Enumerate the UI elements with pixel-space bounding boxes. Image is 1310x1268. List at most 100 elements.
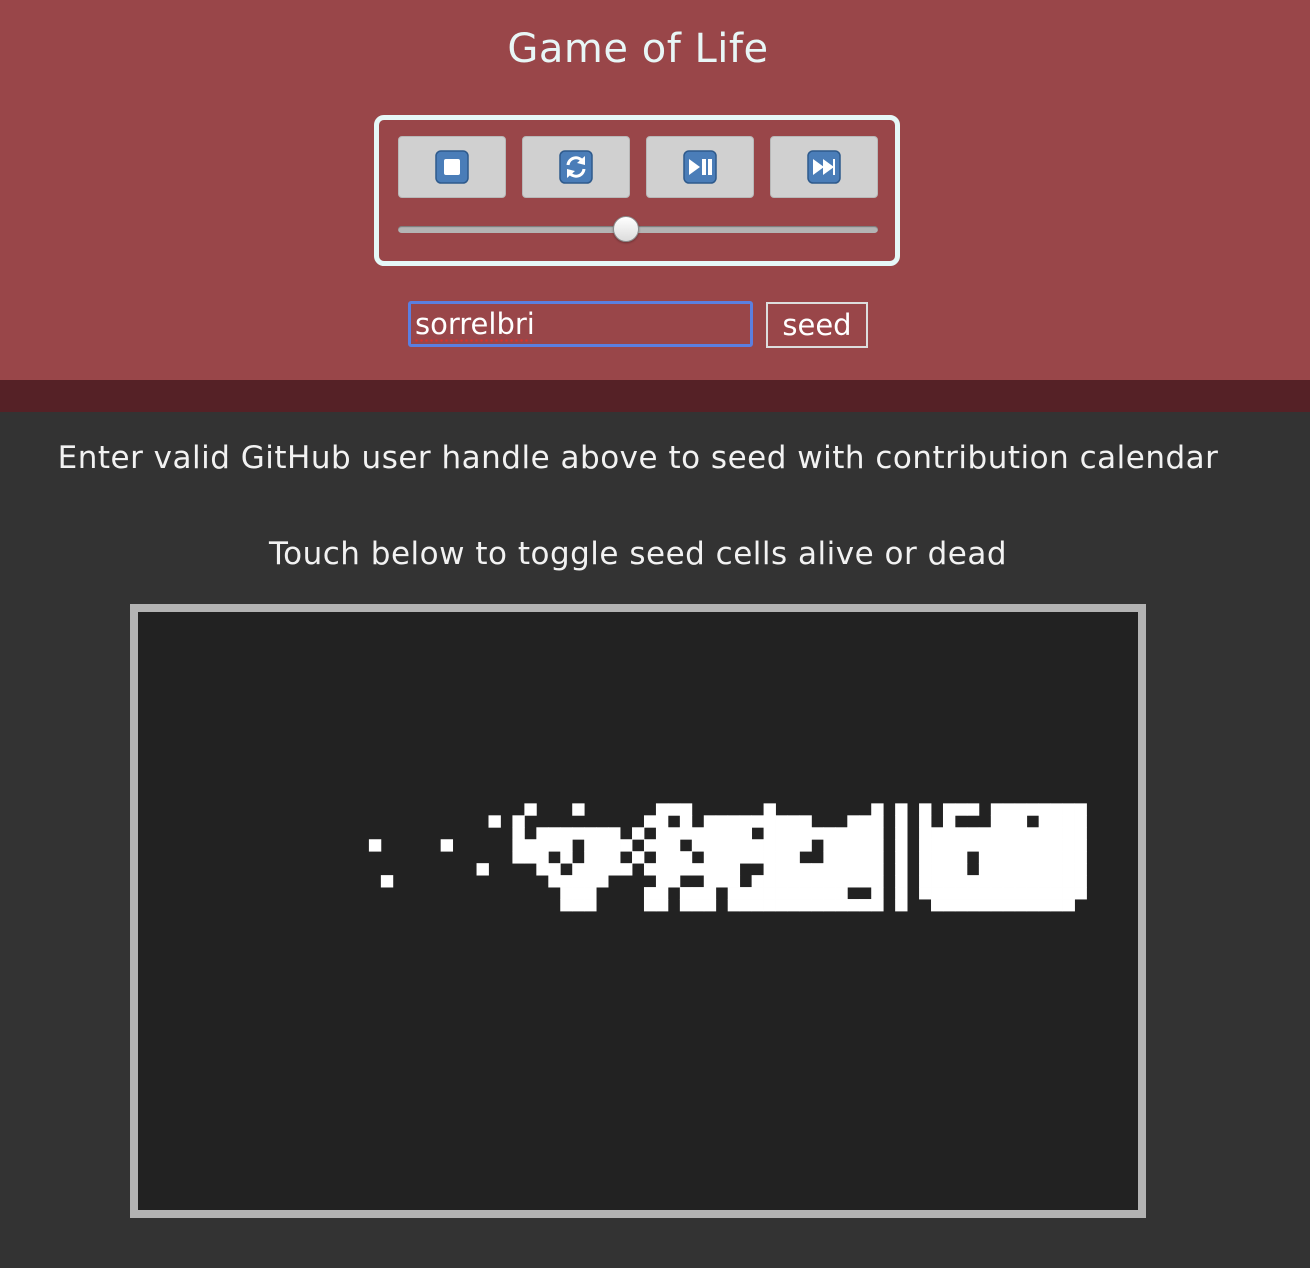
live-cell[interactable] [763, 875, 776, 888]
live-cell[interactable] [942, 839, 956, 852]
live-cell[interactable] [1014, 863, 1028, 876]
live-cell[interactable] [954, 899, 968, 912]
live-cell[interactable] [1026, 887, 1040, 900]
live-cell[interactable] [895, 899, 908, 912]
live-cell[interactable] [739, 851, 753, 864]
live-cell[interactable] [847, 815, 860, 828]
live-cell[interactable] [811, 887, 824, 900]
live-cell[interactable] [966, 803, 980, 816]
live-cell[interactable] [584, 839, 597, 852]
live-cell[interactable] [942, 827, 956, 840]
live-cell[interactable] [895, 815, 908, 828]
live-cell[interactable] [739, 839, 753, 852]
live-cell[interactable] [667, 839, 681, 852]
reset-button[interactable] [522, 136, 630, 198]
live-cell[interactable] [871, 875, 884, 888]
live-cell[interactable] [1050, 875, 1063, 888]
live-cell[interactable] [990, 887, 1004, 900]
live-cell[interactable] [775, 899, 788, 912]
live-cell[interactable] [572, 803, 585, 816]
live-cell[interactable] [990, 827, 1004, 840]
live-cell[interactable] [895, 839, 908, 852]
live-cell[interactable] [727, 875, 741, 888]
live-cell[interactable] [823, 851, 836, 864]
live-cell[interactable] [775, 875, 788, 888]
live-cell[interactable] [823, 875, 836, 888]
live-cell[interactable] [703, 851, 717, 864]
live-cell[interactable] [655, 899, 669, 912]
live-cell[interactable] [954, 839, 968, 852]
live-cell[interactable] [871, 815, 884, 828]
live-cell[interactable] [1050, 827, 1063, 840]
live-cell[interactable] [632, 827, 645, 840]
live-cell[interactable] [1062, 827, 1075, 840]
live-cell[interactable] [1074, 875, 1087, 888]
live-cell[interactable] [978, 863, 992, 876]
live-cell[interactable] [954, 827, 968, 840]
live-cell[interactable] [703, 827, 717, 840]
live-cell[interactable] [931, 887, 944, 900]
live-cell[interactable] [895, 851, 908, 864]
live-cell[interactable] [942, 887, 956, 900]
live-cell[interactable] [763, 863, 776, 876]
live-cell[interactable] [1038, 863, 1052, 876]
live-cell[interactable] [1026, 803, 1040, 816]
live-cell[interactable] [679, 887, 693, 900]
live-cell[interactable] [847, 875, 860, 888]
live-cell[interactable] [775, 887, 788, 900]
live-cell[interactable] [727, 851, 741, 864]
live-cell[interactable] [1014, 827, 1028, 840]
live-cell[interactable] [715, 827, 729, 840]
live-cell[interactable] [739, 815, 753, 828]
live-cell[interactable] [572, 827, 585, 840]
live-cell[interactable] [1050, 887, 1063, 900]
live-cell[interactable] [990, 815, 1004, 828]
live-cell[interactable] [548, 875, 561, 888]
live-cell[interactable] [584, 851, 597, 864]
live-cell[interactable] [584, 863, 597, 876]
live-cell[interactable] [1014, 851, 1028, 864]
live-cell[interactable] [1074, 827, 1087, 840]
live-cell[interactable] [895, 803, 908, 816]
live-cell[interactable] [871, 863, 884, 876]
live-cell[interactable] [751, 899, 764, 912]
live-cell[interactable] [847, 863, 860, 876]
live-cell[interactable] [978, 899, 992, 912]
live-cell[interactable] [787, 839, 800, 852]
speed-slider-thumb[interactable] [613, 216, 640, 242]
live-cell[interactable] [978, 827, 992, 840]
live-cell[interactable] [1002, 815, 1016, 828]
live-cell[interactable] [978, 851, 992, 864]
live-cell[interactable] [512, 839, 525, 852]
live-cell[interactable] [751, 839, 764, 852]
live-cell[interactable] [1014, 875, 1028, 888]
live-cell[interactable] [655, 863, 669, 876]
live-cell[interactable] [811, 863, 824, 876]
live-cell[interactable] [524, 803, 537, 816]
live-cell[interactable] [978, 875, 992, 888]
live-cell[interactable] [871, 803, 884, 816]
live-cell[interactable] [691, 887, 705, 900]
live-cell[interactable] [1014, 815, 1028, 828]
live-cell[interactable] [835, 875, 848, 888]
live-cell[interactable] [715, 875, 729, 888]
live-cell[interactable] [895, 827, 908, 840]
live-cell[interactable] [966, 887, 980, 900]
live-cell[interactable] [691, 899, 705, 912]
live-cell[interactable] [584, 827, 597, 840]
live-cell[interactable] [727, 815, 741, 828]
live-cell[interactable] [931, 875, 944, 888]
live-cell[interactable] [1038, 815, 1052, 828]
live-cell[interactable] [799, 815, 812, 828]
live-cell[interactable] [895, 863, 908, 876]
live-cell[interactable] [1002, 887, 1016, 900]
live-cell[interactable] [931, 863, 944, 876]
live-cell[interactable] [787, 875, 800, 888]
live-cell[interactable] [572, 875, 585, 888]
live-cell[interactable] [536, 827, 549, 840]
live-cell[interactable] [368, 839, 382, 852]
live-cell[interactable] [572, 899, 585, 912]
live-cell[interactable] [596, 851, 609, 864]
live-cell[interactable] [919, 887, 932, 900]
live-cell[interactable] [787, 863, 800, 876]
